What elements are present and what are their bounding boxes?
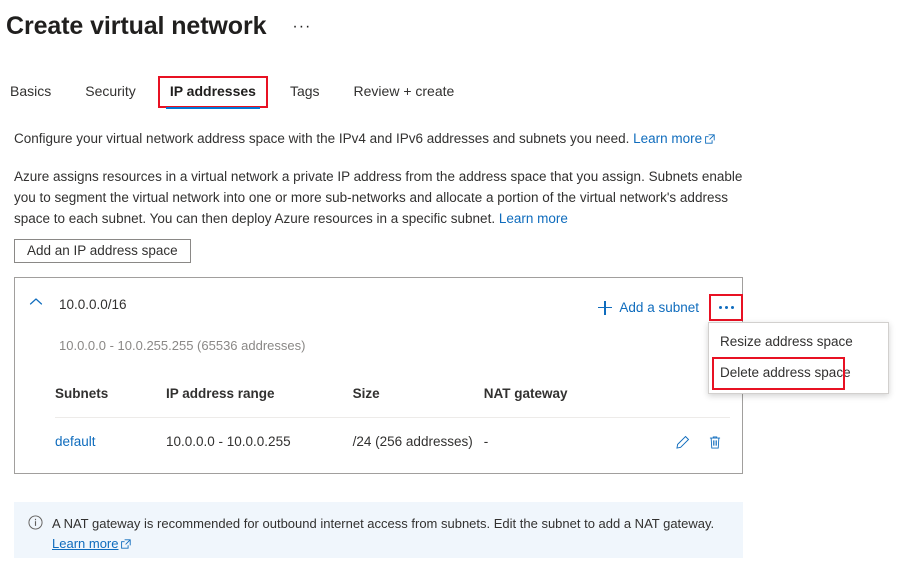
subnet-size-cell: /24 (256 addresses) <box>352 434 473 450</box>
edit-subnet-button[interactable] <box>665 418 699 464</box>
menu-item-delete-address-space[interactable]: Delete address space <box>712 357 851 390</box>
info-banner-text: A NAT gateway is recommended for outboun… <box>52 514 729 554</box>
column-header-edit <box>665 386 700 418</box>
subnet-nat-gateway-cell: - <box>483 434 489 450</box>
page-more-options-icon[interactable]: ··· <box>292 18 311 36</box>
ellipsis-dot <box>718 306 722 309</box>
ellipsis-dot <box>724 306 728 309</box>
column-header-size: Size <box>352 386 484 418</box>
tab-review-create[interactable]: Review + create <box>344 78 465 106</box>
chevron-up-icon[interactable] <box>29 296 43 308</box>
page-header: Create virtual network ··· <box>6 10 311 42</box>
table-header-row: Subnets IP address range Size NAT gatewa… <box>55 386 730 418</box>
info-icon <box>28 515 43 530</box>
page-title: Create virtual network <box>6 12 267 40</box>
subnet-name-link[interactable]: default <box>55 434 96 449</box>
address-space-range-summary: 10.0.0.0 - 10.0.255.255 (65536 addresses… <box>59 338 306 353</box>
subnet-table: Subnets IP address range Size NAT gatewa… <box>55 386 730 464</box>
info-banner-message: A NAT gateway is recommended for outboun… <box>52 516 718 531</box>
intro-paragraph-2: Azure assigns resources in a virtual net… <box>14 166 749 229</box>
address-space-header: 10.0.0.0/16 Add a subnet <box>15 278 743 324</box>
external-link-icon <box>121 539 132 549</box>
intro-paragraph-2-text: Azure assigns resources in a virtual net… <box>14 169 743 226</box>
ellipsis-dot <box>730 306 734 309</box>
column-header-ip-address-range: IP address range <box>165 386 353 418</box>
tab-basics[interactable]: Basics <box>0 78 61 106</box>
delete-subnet-button[interactable] <box>700 418 730 464</box>
table-row: default 10.0.0.0 - 10.0.0.255 /24 (256 a… <box>55 418 730 464</box>
learn-more-link-2[interactable]: Learn more <box>499 211 568 226</box>
column-header-nat-gateway: NAT gateway <box>483 386 666 418</box>
plus-icon <box>598 300 613 315</box>
intro-paragraph-1: Configure your virtual network address s… <box>14 128 754 149</box>
external-link-icon <box>705 134 715 144</box>
intro-paragraph-1-text: Configure your virtual network address s… <box>14 131 634 146</box>
info-banner-learn-more-link[interactable]: Learn more <box>52 536 118 551</box>
address-space-card: 10.0.0.0/16 Add a subnet 10.0.0.0 - 10.0… <box>14 277 743 474</box>
menu-item-resize-address-space[interactable]: Resize address space <box>709 327 888 358</box>
add-subnet-button[interactable]: Add a subnet <box>598 300 699 315</box>
add-subnet-label: Add a subnet <box>619 300 699 315</box>
tab-tags[interactable]: Tags <box>280 78 330 106</box>
address-space-context-menu: Resize address space Delete address spac… <box>708 322 889 394</box>
address-space-overflow-menu-button[interactable] <box>709 294 743 321</box>
address-space-cidr: 10.0.0.0/16 <box>59 297 127 312</box>
learn-more-link-1[interactable]: Learn more <box>633 131 702 146</box>
subnet-range-cell: 10.0.0.0 - 10.0.0.255 <box>165 434 291 450</box>
add-ip-address-space-button[interactable]: Add an IP address space <box>14 239 191 263</box>
tab-security[interactable]: Security <box>75 78 146 106</box>
wizard-tabs: Basics Security IP addresses Tags Review… <box>0 76 478 109</box>
subnet-name-cell: default <box>55 418 166 464</box>
address-space-actions: Add a subnet <box>598 294 743 321</box>
tab-ip-addresses[interactable]: IP addresses <box>157 76 268 109</box>
nat-gateway-info-banner: A NAT gateway is recommended for outboun… <box>14 502 743 558</box>
column-header-subnets: Subnets <box>55 386 166 418</box>
